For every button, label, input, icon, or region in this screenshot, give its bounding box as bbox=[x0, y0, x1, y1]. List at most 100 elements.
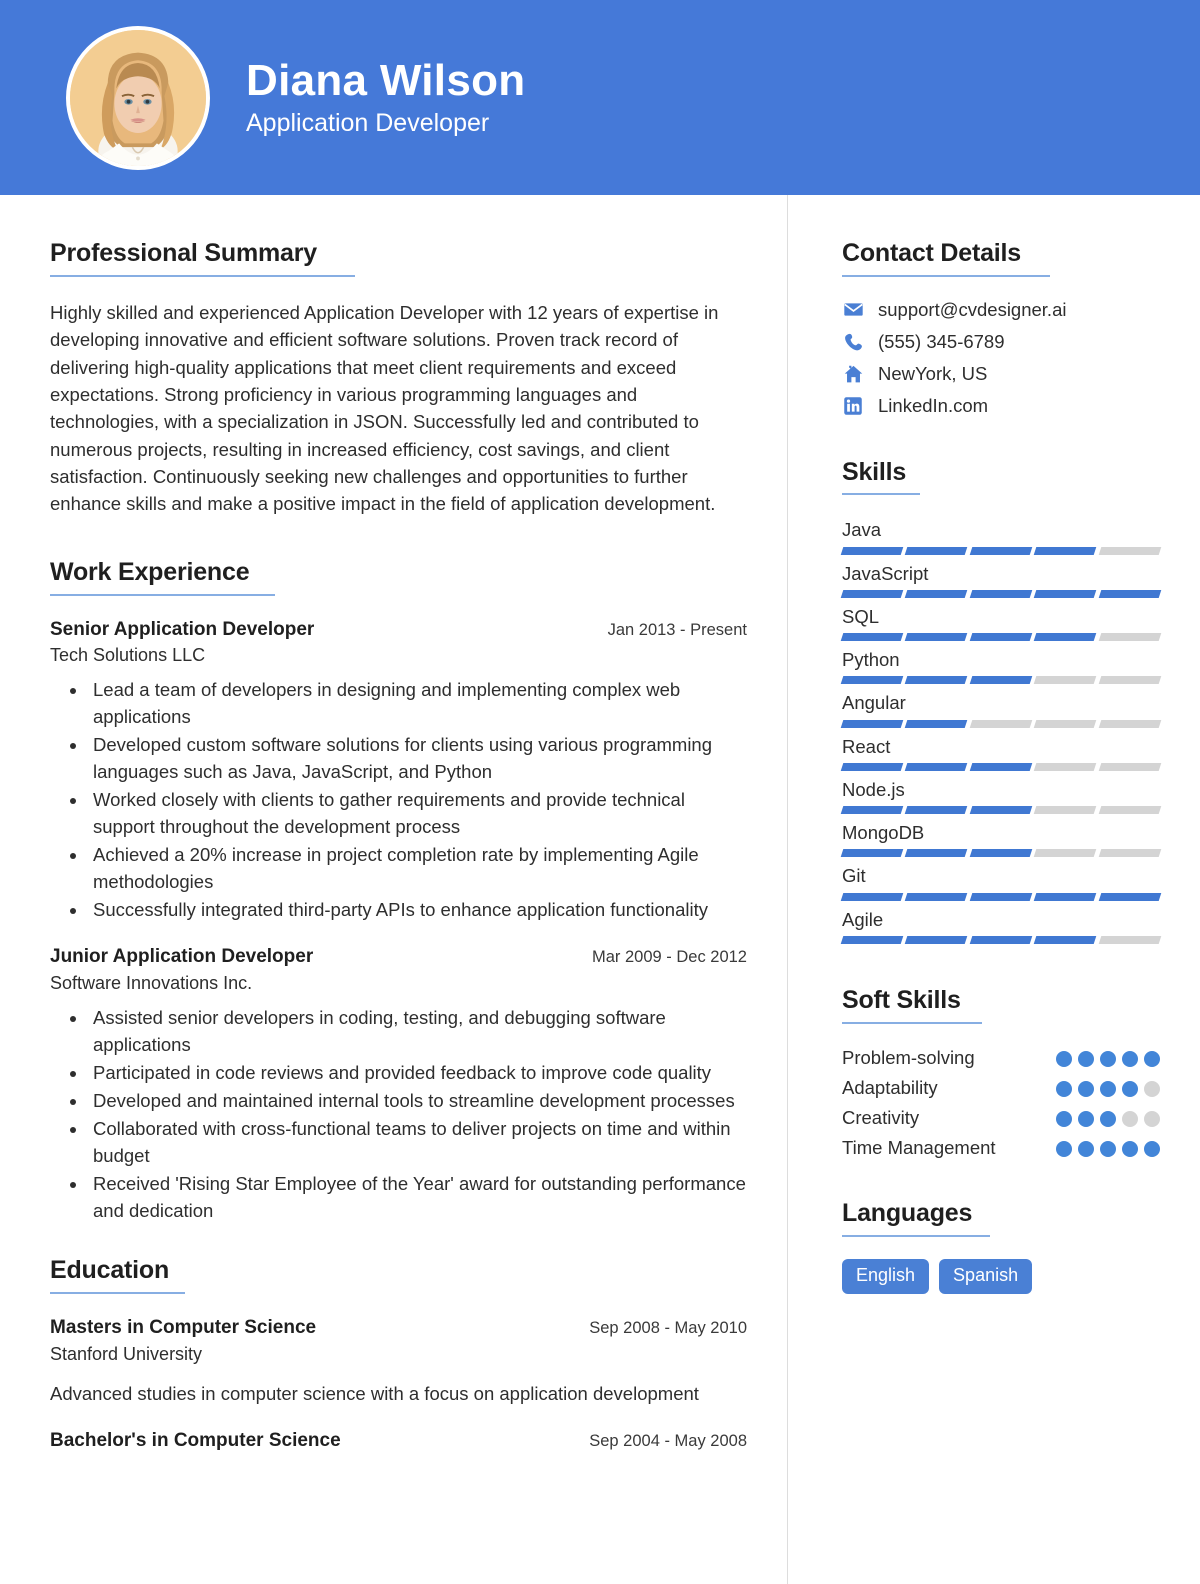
education-entry-header: Bachelor's in Computer Science Sep 2004 -… bbox=[50, 1429, 747, 1454]
linkedin-icon bbox=[842, 395, 864, 417]
skill-bar-segment bbox=[1033, 633, 1097, 642]
work-entry-date: Jan 2013 - Present bbox=[607, 620, 747, 639]
skill-bar-segment bbox=[1098, 892, 1162, 901]
skill-level-bar bbox=[840, 935, 1162, 944]
skill-bar-segment bbox=[905, 935, 969, 944]
section-rule bbox=[50, 1292, 185, 1295]
section-soft-skills: Soft Skills Problem-solving Adaptability C… bbox=[842, 986, 1160, 1159]
skill-bar-segment bbox=[840, 676, 904, 685]
skill-name: SQL bbox=[842, 605, 880, 627]
skill-item: Node.js bbox=[840, 777, 1162, 815]
section-rule bbox=[50, 274, 355, 277]
skill-bar-segment bbox=[840, 892, 904, 901]
soft-skill-dot bbox=[1078, 1141, 1094, 1158]
skill-bar-segment bbox=[1033, 806, 1097, 815]
language-tag[interactable]: English bbox=[842, 1258, 930, 1294]
section-professional-summary: Professional Summary Highly skilled and … bbox=[50, 239, 747, 518]
education-entry-school: Stanford University bbox=[50, 1343, 203, 1364]
education-entry: Bachelor's in Computer Science Sep 2004 -… bbox=[50, 1429, 747, 1454]
soft-skills-list: Problem-solving Adaptability Creativity Tim… bbox=[842, 1046, 1160, 1160]
skill-level-bar bbox=[840, 676, 1162, 685]
soft-skill-dot bbox=[1056, 1110, 1072, 1127]
soft-skill-dot bbox=[1122, 1141, 1138, 1158]
soft-skill-dot bbox=[1056, 1050, 1072, 1067]
skill-name: Git bbox=[842, 865, 866, 887]
soft-skill-dot bbox=[1122, 1080, 1138, 1097]
section-skills: Skills Java JavaScript SQL Python Angular Rea… bbox=[840, 457, 1162, 944]
skill-bar-segment bbox=[1098, 719, 1162, 728]
home-icon bbox=[842, 363, 864, 385]
soft-skill-dot bbox=[1100, 1141, 1116, 1158]
contact-item[interactable]: LinkedIn.com bbox=[842, 395, 1160, 417]
work-entry: Senior Application Developer Jan 2013 - P… bbox=[50, 618, 747, 924]
work-entry-company: Tech Solutions LLC bbox=[50, 645, 206, 666]
contact-item[interactable]: (555) 345-6789 bbox=[842, 331, 1160, 353]
work-entries-wrapper: Senior Application Developer Jan 2013 - P… bbox=[50, 618, 747, 1225]
soft-skill-name: Problem-solving bbox=[842, 1046, 975, 1068]
soft-skill-dot bbox=[1122, 1110, 1138, 1127]
skill-bar-segment bbox=[1098, 633, 1162, 642]
soft-skill-dot bbox=[1144, 1050, 1160, 1067]
work-bullet: Collaborated with cross-functional teams… bbox=[88, 1115, 747, 1169]
work-bullet: Worked closely with clients to gather re… bbox=[88, 786, 747, 840]
language-tag[interactable]: Spanish bbox=[939, 1258, 1033, 1294]
skill-bar-segment bbox=[969, 676, 1033, 685]
soft-skill-dot bbox=[1122, 1050, 1138, 1067]
soft-skill-rating bbox=[1056, 1046, 1160, 1067]
contact-item-value: NewYork, US bbox=[878, 363, 988, 385]
skill-bar-segment bbox=[1033, 589, 1097, 598]
section-title-skills: Skills bbox=[842, 457, 907, 486]
contact-item[interactable]: support@cvdesigner.ai bbox=[842, 299, 1160, 321]
soft-skill-dot bbox=[1056, 1141, 1072, 1158]
skill-bar-segment bbox=[905, 806, 969, 815]
skill-item: Angular bbox=[840, 690, 1162, 728]
contact-item[interactable]: NewYork, US bbox=[842, 363, 1160, 385]
person-name: Diana Wilson bbox=[246, 55, 526, 105]
soft-skill-name: Time Management bbox=[842, 1137, 996, 1159]
education-entry-description: Advanced studies in computer science wit… bbox=[50, 1383, 699, 1405]
skill-bar-segment bbox=[969, 892, 1033, 901]
skill-bar-segment bbox=[1098, 806, 1162, 815]
section-title-contact-details: Contact Details bbox=[842, 239, 1021, 267]
soft-skill-rating bbox=[1056, 1076, 1160, 1097]
contact-item-value: LinkedIn.com bbox=[878, 395, 989, 417]
skill-name: Java bbox=[842, 519, 882, 541]
work-bullet-list: Assisted senior developers in coding, te… bbox=[50, 1004, 747, 1224]
section-title-education: Education bbox=[50, 1256, 170, 1285]
education-entry-date: Sep 2004 - May 2008 bbox=[589, 1432, 747, 1451]
section-work-experience: Work Experience Senior Application Devel… bbox=[50, 558, 747, 1225]
skill-item: Python bbox=[840, 647, 1162, 685]
skill-item: Java bbox=[840, 517, 1162, 555]
skill-item: React bbox=[840, 734, 1162, 771]
skill-item: SQL bbox=[840, 604, 1162, 642]
section-title-work-experience: Work Experience bbox=[50, 557, 250, 586]
skill-bar-segment bbox=[1033, 892, 1097, 901]
work-bullet: Participated in code reviews and provide… bbox=[88, 1059, 747, 1086]
work-bullet: Assisted senior developers in coding, te… bbox=[88, 1004, 747, 1058]
section-education: Education Masters in Computer Science Sep… bbox=[50, 1256, 747, 1453]
skill-bar-segment bbox=[905, 589, 969, 598]
sidebar-column: Contact Details support@cvdesigner.ai (55… bbox=[788, 195, 1200, 1584]
education-entry-date: Sep 2008 - May 2010 bbox=[589, 1319, 747, 1338]
work-entry-company: Software Innovations Inc. bbox=[50, 973, 253, 994]
skill-bar-segment bbox=[969, 806, 1033, 815]
skill-bar-segment bbox=[905, 633, 969, 642]
skill-bar-segment bbox=[1098, 589, 1162, 598]
skill-bar-segment bbox=[905, 892, 969, 901]
resume-header: Diana Wilson Application Developer bbox=[0, 0, 1200, 195]
soft-skill-name: Adaptability bbox=[842, 1076, 938, 1098]
skill-bar-segment bbox=[1033, 935, 1097, 944]
work-bullet: Developed custom software solutions for … bbox=[88, 731, 747, 785]
skill-level-bar bbox=[840, 589, 1162, 598]
work-entry-header: Senior Application Developer Jan 2013 - P… bbox=[50, 618, 747, 643]
profile-photo-icon bbox=[70, 29, 206, 166]
skill-bar-segment bbox=[969, 762, 1033, 771]
skill-name: Node.js bbox=[842, 778, 905, 800]
skill-bar-segment bbox=[1098, 935, 1162, 944]
skill-name: MongoDB bbox=[842, 822, 925, 844]
skill-bar-segment bbox=[969, 719, 1033, 728]
section-title-professional-summary: Professional Summary bbox=[50, 239, 317, 267]
soft-skill-dot bbox=[1144, 1141, 1160, 1158]
skill-name: Python bbox=[842, 649, 900, 671]
resume-body: Professional Summary Highly skilled and … bbox=[0, 195, 1200, 1584]
